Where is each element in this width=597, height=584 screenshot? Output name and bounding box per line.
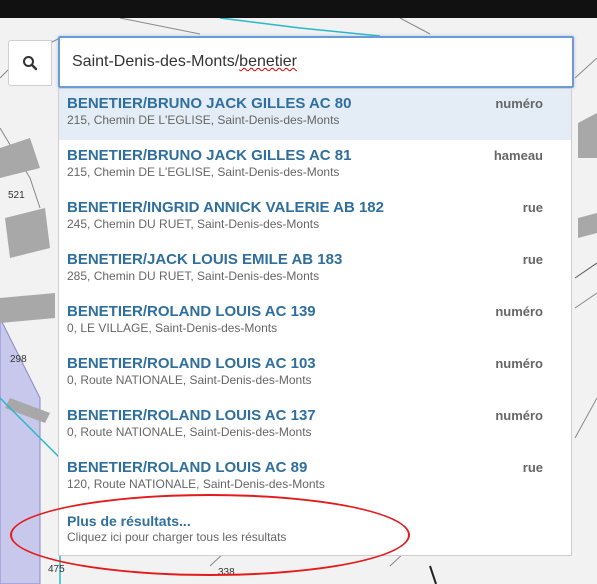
result-title: BENETIER/ROLAND LOUIS AC 103 xyxy=(67,355,316,372)
result-type: numéro xyxy=(495,356,543,371)
result-item[interactable]: BENETIER/ROLAND LOUIS AC 89 120, Route N… xyxy=(59,453,571,504)
result-type: rue xyxy=(522,200,543,215)
result-title: BENETIER/BRUNO JACK GILLES AC 81 xyxy=(67,147,352,164)
result-address: 0, Route NATIONALE, Saint-Denis-des-Mont… xyxy=(67,425,312,439)
more-results-link[interactable]: Plus de résultats... Cliquez ici pour ch… xyxy=(59,505,571,555)
result-item[interactable]: BENETIER/INGRID ANNICK VALERIE AB 182 24… xyxy=(59,193,571,244)
result-title: BENETIER/ROLAND LOUIS AC 139 xyxy=(67,303,316,320)
result-address: 215, Chemin DE L'EGLISE, Saint-Denis-des… xyxy=(67,165,340,179)
top-bar xyxy=(0,0,597,18)
result-title: BENETIER/INGRID ANNICK VALERIE AB 182 xyxy=(67,199,384,216)
result-type: rue xyxy=(522,252,543,267)
result-type: numéro xyxy=(495,408,543,423)
result-item[interactable]: BENETIER/ROLAND LOUIS AC 137 0, Route NA… xyxy=(59,401,571,452)
result-type: hameau xyxy=(493,148,543,163)
result-type: numéro xyxy=(495,96,543,111)
result-address: 285, Chemin DU RUET, Saint-Denis-des-Mon… xyxy=(67,269,320,283)
parcel-label: 338 xyxy=(218,567,235,578)
search-icon xyxy=(23,56,38,71)
result-address: 120, Route NATIONALE, Saint-Denis-des-Mo… xyxy=(67,477,325,491)
result-type: numéro xyxy=(495,304,543,319)
parcel-label: 298 xyxy=(10,354,27,365)
result-address: 215, Chemin DE L'EGLISE, Saint-Denis-des… xyxy=(67,113,340,127)
search-query-prefix: Saint-Denis-des-Monts/ xyxy=(72,53,240,70)
parcel-label: 475 xyxy=(48,564,65,575)
result-item[interactable]: BENETIER/BRUNO JACK GILLES AC 81 215, Ch… xyxy=(59,141,571,192)
result-item[interactable]: BENETIER/BRUNO JACK GILLES AC 80 215, Ch… xyxy=(59,89,571,140)
search-button[interactable] xyxy=(8,40,52,86)
result-address: 0, LE VILLAGE, Saint-Denis-des-Monts xyxy=(67,321,278,335)
result-item[interactable]: BENETIER/ROLAND LOUIS AC 103 0, Route NA… xyxy=(59,349,571,400)
search-query-misspelled: benetier xyxy=(239,53,297,70)
autocomplete-dropdown: BENETIER/BRUNO JACK GILLES AC 80 215, Ch… xyxy=(58,88,572,556)
result-address: 245, Chemin DU RUET, Saint-Denis-des-Mon… xyxy=(67,217,320,231)
more-results-title: Plus de résultats... xyxy=(67,513,191,529)
parcel-label: 521 xyxy=(8,190,25,201)
result-title: BENETIER/BRUNO JACK GILLES AC 80 xyxy=(67,95,352,112)
search-input[interactable]: Saint-Denis-des-Monts/benetier xyxy=(58,36,574,88)
result-item[interactable]: BENETIER/JACK LOUIS EMILE AB 183 285, Ch… xyxy=(59,245,571,296)
result-item[interactable]: BENETIER/ROLAND LOUIS AC 139 0, LE VILLA… xyxy=(59,297,571,348)
result-title: BENETIER/ROLAND LOUIS AC 89 xyxy=(67,459,308,476)
result-title: BENETIER/ROLAND LOUIS AC 137 xyxy=(67,407,316,424)
result-type: rue xyxy=(522,460,543,475)
result-address: 0, Route NATIONALE, Saint-Denis-des-Mont… xyxy=(67,373,312,387)
more-results-subtitle: Cliquez ici pour charger tous les résult… xyxy=(67,530,287,544)
result-title: BENETIER/JACK LOUIS EMILE AB 183 xyxy=(67,251,343,268)
